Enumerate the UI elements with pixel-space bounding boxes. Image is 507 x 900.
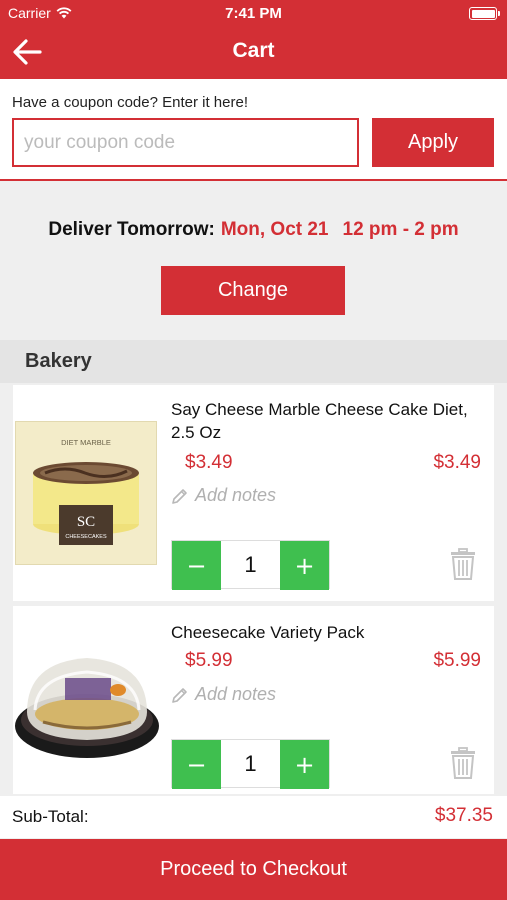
delivery-label: Deliver Tomorrow: [48,219,215,240]
category-title: Bakery [25,350,92,372]
product-image [15,658,159,758]
item-unit-price: $3.49 [185,452,233,473]
item-name: Say Cheese Marble Cheese Cake Diet, 2.5 … [171,400,468,442]
add-notes-label: Add notes [195,485,277,505]
delivery-info: Deliver Tomorrow: Mon, Oct 21 12 pm - 2 pm [0,219,507,241]
clock: 7:41 PM [225,5,282,22]
increase-quantity-button[interactable]: + [280,740,329,789]
subtotal-bar: Sub-Total: $37.35 [0,796,507,838]
subtotal-label: Sub-Total: [12,807,89,826]
add-notes-label: Add notes [195,684,277,704]
coupon-input[interactable] [12,118,359,167]
pencil-icon [172,488,187,504]
delete-item-button[interactable] [450,548,476,580]
pencil-icon [172,687,187,703]
add-notes-button[interactable]: Add notes [171,485,276,506]
product-image-brand: CHEESECAKES [65,534,107,540]
quantity-stepper: − 1 + [171,540,330,590]
decrease-quantity-button[interactable]: − [172,740,221,789]
coupon-label: Have a coupon code? Enter it here! [12,94,248,111]
add-notes-button[interactable]: Add notes [171,684,276,705]
increase-quantity-button[interactable]: + [280,541,329,590]
coupon-section: Have a coupon code? Enter it here! Apply [0,79,507,181]
battery-icon [469,7,500,20]
change-delivery-button[interactable]: Change [161,266,345,315]
page-title: Cart [232,39,275,62]
item-unit-price: $5.99 [185,650,233,671]
item-total-price: $5.99 [433,650,481,671]
apply-coupon-button[interactable]: Apply [372,118,494,167]
app-header: Carrier 7:41 PM Cart [0,0,507,79]
delete-item-button[interactable] [450,747,476,779]
quantity-value: 1 [221,541,280,588]
decrease-quantity-button[interactable]: − [172,541,221,590]
product-image-logo: SC [77,514,95,530]
category-header: Bakery [0,340,507,383]
cart-item: DIET MARBLE SC CHEESECAKES Say Cheese Ma… [13,385,494,601]
item-name: Cheesecake Variety Pack [171,623,365,642]
delivery-time-window: 12 pm - 2 pm [342,219,459,240]
item-total-price: $3.49 [433,452,481,473]
delivery-date: Mon, Oct 21 [220,219,329,240]
status-bar: Carrier 7:41 PM [0,0,507,26]
cart-item: Cheesecake Variety Pack $5.99 $5.99 Add … [13,606,494,794]
delivery-section: Deliver Tomorrow: Mon, Oct 21 12 pm - 2 pm… [0,181,507,340]
proceed-to-checkout-button[interactable]: Proceed to Checkout [0,839,507,900]
subtotal-value: $37.35 [434,805,493,826]
product-image-caption: DIET MARBLE [61,438,111,447]
quantity-value: 1 [221,740,280,787]
product-image: DIET MARBLE SC CHEESECAKES [15,421,157,565]
quantity-stepper: − 1 + [171,739,330,789]
